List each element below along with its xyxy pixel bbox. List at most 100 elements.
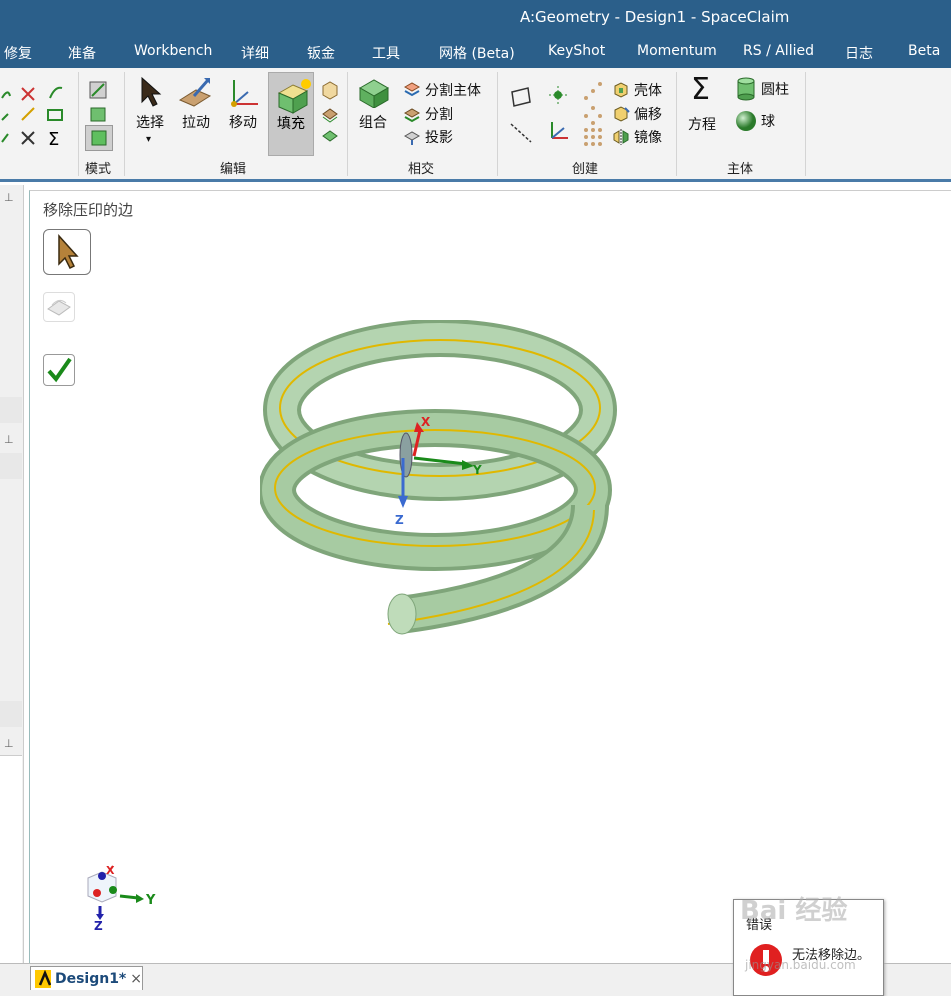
- menu-momentum[interactable]: Momentum: [637, 43, 717, 59]
- section-mode-icon[interactable]: [88, 104, 110, 124]
- cursor-icon: [58, 234, 79, 270]
- close-tab-icon[interactable]: ×: [130, 971, 142, 987]
- combine-button[interactable]: 组合: [359, 112, 387, 132]
- sphere-button[interactable]: 球: [735, 110, 775, 132]
- project-label: 投影: [425, 130, 453, 146]
- sphere-label: 球: [761, 114, 775, 130]
- menu-sheet-metal[interactable]: 钣金: [307, 43, 335, 63]
- shell-label: 壳体: [634, 83, 662, 99]
- origin-icon[interactable]: [546, 118, 570, 144]
- sketch-mode-icon[interactable]: [88, 80, 110, 100]
- move-icon: [231, 80, 258, 107]
- project-button[interactable]: 投影: [403, 127, 453, 147]
- offset-button[interactable]: 偏移: [612, 104, 662, 124]
- circular-pattern-icon[interactable]: [582, 104, 604, 126]
- mode-group-label: 模式: [85, 162, 112, 177]
- menu-repair[interactable]: 修复: [4, 43, 32, 63]
- left-panel-tab[interactable]: [0, 453, 22, 479]
- fill-button[interactable]: 填充: [268, 72, 314, 156]
- left-panel-content: [0, 755, 22, 965]
- options-tool-button[interactable]: [43, 292, 75, 322]
- complete-button[interactable]: [43, 354, 75, 386]
- triad-y-label: Y: [472, 463, 482, 477]
- menu-log[interactable]: 日志: [845, 43, 873, 63]
- edit-small-2-icon[interactable]: [320, 104, 340, 124]
- equation-button[interactable]: 方程: [688, 114, 716, 134]
- menu-workbench[interactable]: Workbench: [134, 43, 212, 59]
- menu-beta[interactable]: Beta: [908, 43, 940, 59]
- plane-icon[interactable]: [508, 84, 534, 110]
- checkmark-icon: [47, 357, 72, 383]
- shell-icon: [614, 82, 628, 98]
- ribbon: Σ 模式 选择 ▾ 拉动 移动 填充 编辑 组合 分割主体 分割 投影 相交 壳…: [0, 68, 951, 182]
- menu-detail[interactable]: 详细: [241, 43, 269, 63]
- mirror-icon: [613, 129, 629, 145]
- split-label: 分割: [425, 107, 453, 123]
- pull-button[interactable]: 拉动: [182, 112, 210, 132]
- create-group-label: 创建: [572, 162, 599, 177]
- move-triad[interactable]: X Y Z: [390, 412, 490, 532]
- mirror-label: 镜像: [634, 130, 662, 146]
- equation-icon: Σ: [691, 72, 710, 107]
- select-icon: [141, 76, 162, 107]
- view-orientation-widget[interactable]: X Y Z: [80, 862, 170, 934]
- shell-button[interactable]: 壳体: [612, 80, 662, 100]
- linear-pattern-icon[interactable]: [582, 80, 604, 102]
- triad-x-label: X: [421, 415, 431, 429]
- document-tab-label: Design1*: [54, 970, 127, 987]
- split-body-label: 分割主体: [425, 83, 481, 99]
- left-panel-tab[interactable]: [0, 397, 22, 423]
- offset-label: 偏移: [634, 107, 662, 123]
- point-icon[interactable]: [547, 84, 569, 106]
- watermark-url: jingyan.baidu.com: [745, 958, 856, 972]
- menu-mesh[interactable]: 网格 (Beta): [439, 43, 515, 63]
- edit-group-label: 编辑: [220, 162, 247, 177]
- combine-icon: [358, 79, 390, 108]
- tool-guide-title: 移除压印的边: [43, 201, 134, 219]
- cube-y-label: Y: [145, 893, 156, 908]
- imprint-icon: [47, 299, 71, 316]
- mirror-button[interactable]: 镜像: [612, 127, 662, 147]
- document-tab[interactable]: Design1* ×: [30, 966, 143, 990]
- menu-tools[interactable]: 工具: [372, 43, 400, 63]
- left-panel-tab[interactable]: [0, 701, 22, 727]
- menu-keyshot[interactable]: KeyShot: [548, 43, 605, 59]
- cylinder-icon: [737, 77, 755, 101]
- sketch-tools-icon[interactable]: Σ: [0, 80, 70, 150]
- cylinder-label: 圆柱: [761, 82, 789, 98]
- fill-icon: [277, 79, 311, 114]
- split-icon: [403, 108, 421, 123]
- project-icon: [403, 131, 421, 145]
- left-panel: ⊥ ⊥ ⊥: [0, 185, 24, 965]
- pull-icon: [178, 78, 212, 107]
- split-body-button[interactable]: 分割主体: [403, 80, 481, 100]
- pin-icon[interactable]: ⊥: [4, 191, 14, 204]
- pin-icon[interactable]: ⊥: [4, 433, 14, 446]
- menu-rs-allied[interactable]: RS / Allied: [743, 43, 814, 59]
- menu-bar: 修复 准备 Workbench 详细 钣金 工具 网格 (Beta) KeySh…: [0, 36, 951, 68]
- move-button[interactable]: 移动: [229, 112, 257, 132]
- edit-small-1-icon[interactable]: [320, 80, 340, 100]
- window-title: A:Geometry - Design1 - SpaceClaim: [520, 8, 790, 26]
- fill-pattern-icon[interactable]: [582, 126, 604, 148]
- fill-label: 填充: [277, 116, 305, 132]
- svg-text:Σ: Σ: [48, 129, 59, 150]
- split-button[interactable]: 分割: [403, 104, 453, 124]
- edit-small-3-icon[interactable]: [320, 126, 340, 146]
- select-dropdown-icon[interactable]: ▾: [146, 134, 151, 145]
- select-edges-tool-button[interactable]: [43, 229, 91, 275]
- menu-prepare[interactable]: 准备: [68, 43, 96, 63]
- cylinder-button[interactable]: 圆柱: [735, 77, 789, 101]
- cube-z-label: Z: [94, 919, 103, 933]
- pin-icon[interactable]: ⊥: [4, 737, 14, 750]
- intersect-group-label: 相交: [408, 162, 435, 177]
- axis-icon[interactable]: [508, 120, 534, 146]
- title-bar: A:Geometry - Design1 - SpaceClaim: [0, 0, 951, 36]
- body-group-label: 主体: [727, 162, 754, 177]
- select-button[interactable]: 选择: [136, 112, 164, 132]
- 3d-mode-button[interactable]: [85, 125, 113, 151]
- offset-icon: [614, 106, 630, 122]
- sphere-icon: [736, 111, 756, 131]
- watermark-logo: Bai 经验: [740, 896, 848, 926]
- spaceclaim-logo-icon: [35, 969, 51, 988]
